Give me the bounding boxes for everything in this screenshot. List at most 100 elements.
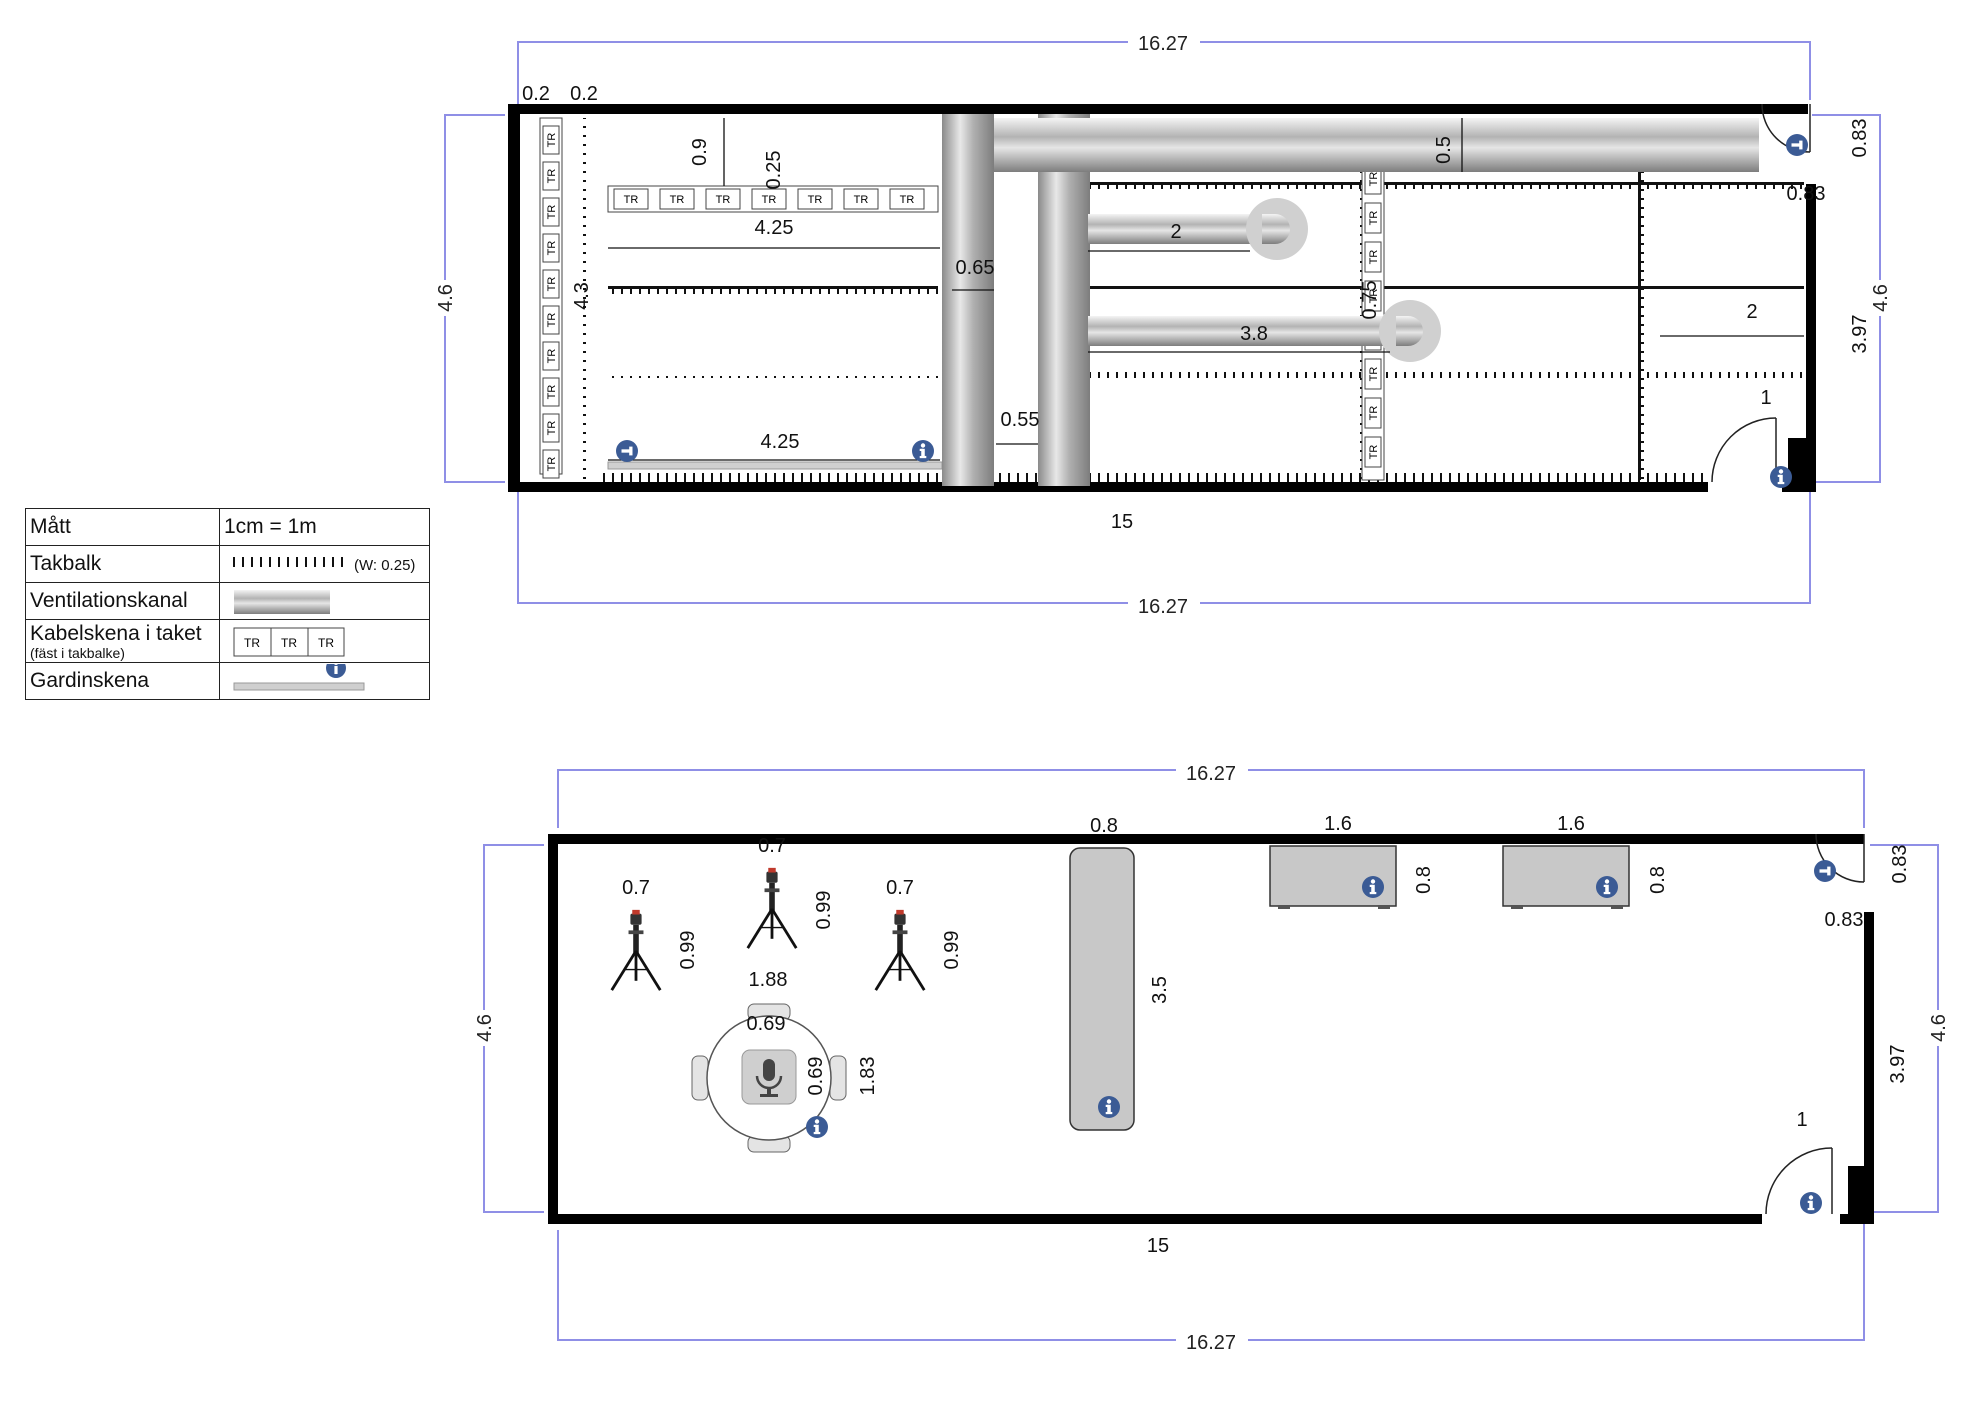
duct-swatch [234, 590, 330, 614]
tr-label: TR [900, 194, 915, 206]
tr-label: TR [546, 385, 558, 400]
dim-door-top-width: 0.83 [1787, 183, 1826, 205]
dim-wall-left-a: 0.2 [522, 83, 550, 105]
dim-rail-top: 4.25 [755, 217, 794, 239]
dim-beam-075: 0.75 [1359, 281, 1381, 320]
chair-icon [829, 1055, 847, 1101]
long-table[interactable] [1069, 847, 1135, 1131]
tr-label: TR [318, 636, 334, 650]
tr-label: TR [854, 194, 869, 206]
dim-right-height: 4.6 [1928, 1014, 1950, 1042]
floor-dimension-labels: 0.7 0.99 0.7 0.99 0.7 0.99 1.88 0.69 0.6… [622, 813, 1911, 1257]
tr-label: TR [546, 349, 558, 364]
chair-icon [691, 1055, 709, 1101]
legend-cable-tray-title: Kabelskena i taket [30, 622, 202, 645]
legend-label-curtain-rail: Gardinskena [25, 662, 220, 700]
info-icon [326, 658, 346, 678]
info-icon[interactable] [1800, 1192, 1822, 1214]
dim-tripod-2-w: 0.7 [758, 835, 786, 857]
tripod-camera-icon [874, 908, 926, 992]
dim-bottom-total: 16.27 [1186, 1332, 1236, 1354]
exit-icon[interactable] [1786, 134, 1808, 156]
dim-door-top: 0.83 [1849, 119, 1871, 158]
dim-gap-05: 0.5 [1433, 136, 1455, 164]
dim-tripod-3-w: 0.7 [886, 877, 914, 899]
dim-door-bottom: 1 [1760, 387, 1771, 409]
legend-label-scale: Mått [25, 508, 220, 546]
dim-desk-2-h: 0.8 [1647, 866, 1669, 894]
dim-desk-1-h: 0.8 [1413, 866, 1435, 894]
cable-tray-top-labels: TR TR TR TR TR TR TR [613, 188, 925, 210]
dim-top-total: 16.27 [1138, 33, 1188, 55]
dim-top-total: 16.27 [1186, 763, 1236, 785]
tr-label: TR [244, 636, 260, 650]
dim-tripod-1-h: 0.99 [677, 931, 699, 970]
dim-duct-38: 3.8 [1240, 323, 1268, 345]
floor-plan-canvas: 16.27 16.27 4.6 4.6 TRTRTRTRTRTRTRTRTRTR… [432, 30, 1952, 1354]
dim-table-group-w: 1.88 [749, 969, 788, 991]
exit-icon[interactable] [1814, 860, 1836, 882]
tr-label: TR [808, 194, 823, 206]
tr-label: TR [624, 194, 639, 206]
dim-door-top-width: 0.83 [1825, 909, 1864, 931]
tripod-camera-icon [610, 908, 662, 992]
beam-swatch [230, 557, 350, 574]
tr-label: TR [1368, 445, 1380, 460]
tr-label: TR [762, 194, 777, 206]
tr-label: TR [1368, 250, 1380, 265]
legend-row-cable-tray: Kabelskena i taket (fäst i takbalke) TR … [25, 619, 430, 663]
tr-label: TR [546, 277, 558, 292]
legend-sample-curtain-rail [219, 658, 430, 700]
dim-table-w: 0.69 [747, 1013, 786, 1035]
tr-label: TR [716, 194, 731, 206]
info-icon[interactable] [806, 1116, 828, 1138]
legend-label-cable-tray: Kabelskena i taket (fäst i takbalke) [25, 619, 220, 663]
dim-tripod-2-h: 0.99 [813, 891, 835, 930]
tr-label: TR [281, 636, 297, 650]
dim-door-top: 0.83 [1889, 845, 1911, 884]
dim-long-table-w: 0.8 [1090, 815, 1118, 837]
dim-wall-left-b: 0.2 [570, 83, 598, 105]
tripod-camera-2[interactable] [746, 866, 798, 950]
dim-duct-2: 2 [1170, 221, 1181, 243]
tr-label: TR [670, 194, 685, 206]
legend-beam-width: (W: 0.25) [354, 557, 416, 574]
legend-cable-tray-note: (fäst i takbalke) [30, 645, 125, 661]
info-icon[interactable] [1770, 466, 1792, 488]
tripod-camera-icon [746, 866, 798, 950]
dim-left-height: 4.6 [435, 284, 457, 312]
tr-label: TR [1368, 367, 1380, 382]
tr-label: TR [546, 457, 558, 472]
legend-sample-beam: (W: 0.25) [219, 545, 430, 583]
tr-label: TR [546, 169, 558, 184]
legend-label-duct: Ventilationskanal [25, 582, 220, 620]
info-icon[interactable] [912, 440, 934, 462]
legend-label-beam: Takbalk [25, 545, 220, 583]
dim-table-h: 0.69 [805, 1057, 827, 1096]
dim-duct-065: 0.65 [956, 257, 995, 279]
ceiling-plan: 16.27 16.27 4.6 4.6 TRTRTRTRTRTRTRTRTRTR… [432, 30, 1894, 618]
tripod-camera-1[interactable] [610, 908, 662, 992]
legend-row-beam: Takbalk (W: 0.25) [25, 545, 430, 583]
info-icon[interactable] [1596, 876, 1618, 898]
exit-icon[interactable] [616, 440, 638, 462]
dim-beam-2: 2 [1746, 301, 1757, 323]
dim-duct-055: 0.55 [1001, 409, 1040, 431]
dim-desk-1-w: 1.6 [1324, 813, 1352, 835]
tripod-camera-3[interactable] [874, 908, 926, 992]
dim-long-table-h: 3.5 [1149, 976, 1171, 1004]
legend-table: Mått 1cm = 1m Takbalk (W: 0.25) Ventilat… [25, 508, 430, 700]
tr-label: TR [546, 205, 558, 220]
cable-tray-swatch: TR TR TR [233, 627, 345, 657]
curtain-rail-swatch [233, 658, 365, 691]
floor-doors [1765, 833, 1865, 1215]
legend-sample-cable-tray: TR TR TR [219, 619, 430, 663]
dim-bottom-inner: 15 [1147, 1235, 1169, 1257]
info-icon[interactable] [1098, 1096, 1120, 1118]
legend-row-scale: Mått 1cm = 1m [25, 508, 430, 546]
dim-left-height: 4.6 [474, 1014, 496, 1042]
info-icon[interactable] [1362, 876, 1384, 898]
floor-plan: 16.27 16.27 4.6 4.6 0.7 0.99 0.7 0.99 0.… [472, 760, 1952, 1354]
tr-label: TR [546, 313, 558, 328]
dim-right-inner: 3.97 [1887, 1045, 1909, 1084]
